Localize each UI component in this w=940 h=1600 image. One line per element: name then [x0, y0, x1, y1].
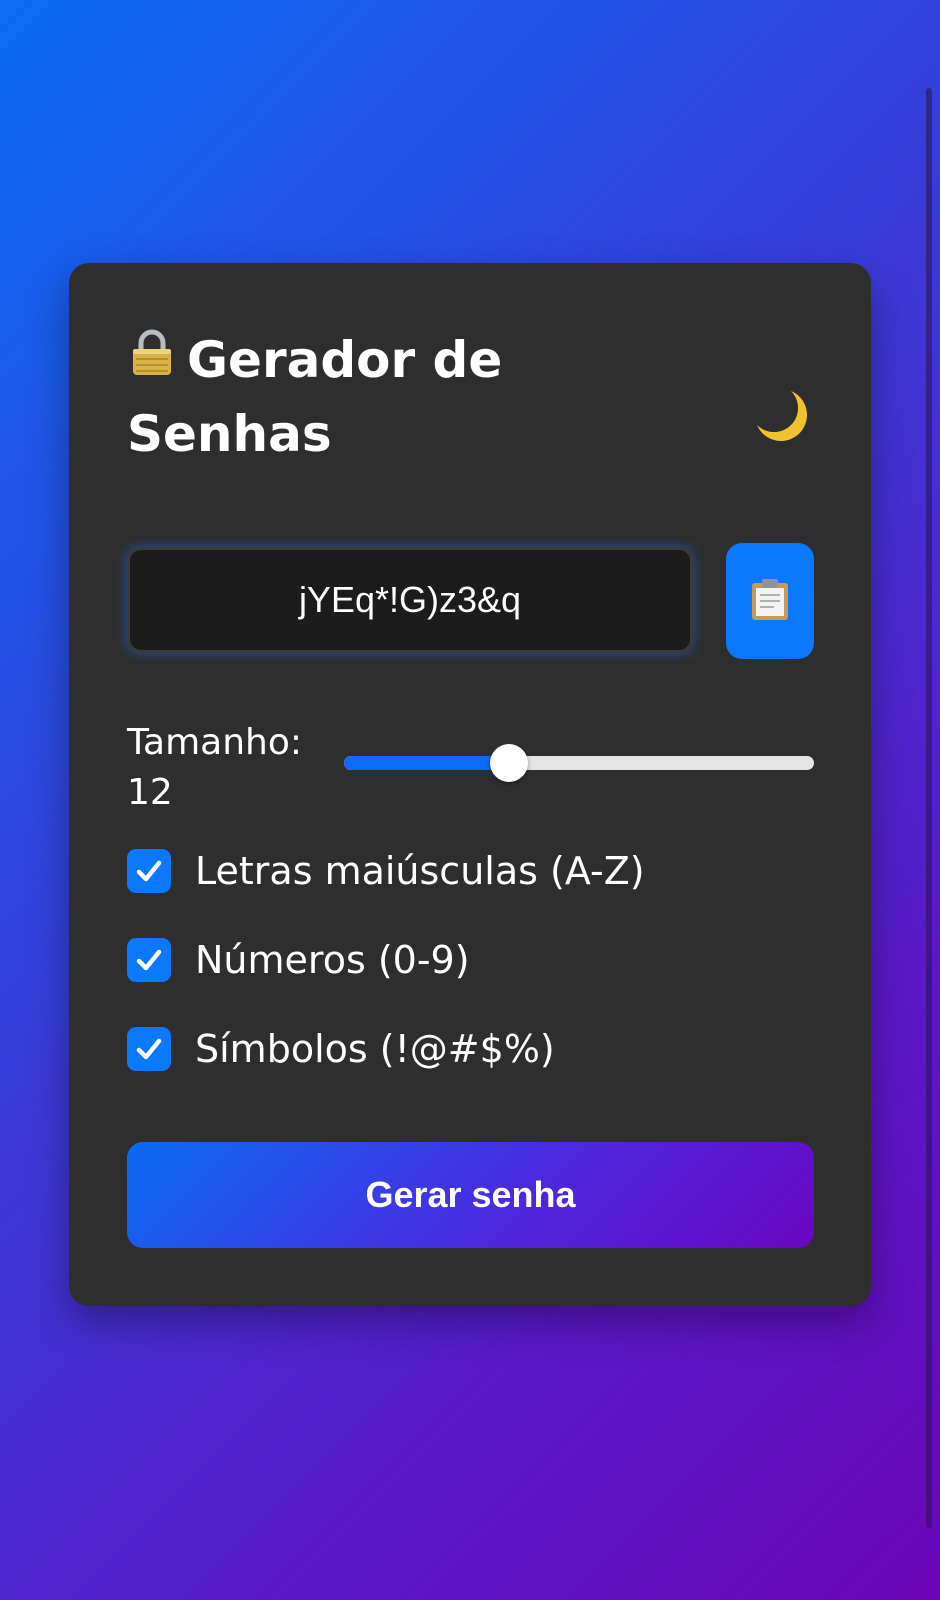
slider-fill — [344, 756, 509, 770]
checkmark-icon — [136, 860, 162, 882]
page-title: Gerador de Senhas — [127, 323, 687, 471]
length-label-text: Tamanho: — [127, 722, 303, 763]
theme-toggle-button[interactable] — [747, 383, 817, 453]
checkmark-icon — [136, 1038, 162, 1060]
uppercase-checkbox[interactable] — [127, 849, 171, 893]
length-slider[interactable] — [344, 744, 814, 782]
numbers-label: Números (0-9) — [195, 938, 470, 982]
password-generator-card: Gerador de Senhas Tamanho: 12 — [69, 263, 871, 1306]
option-symbols[interactable]: Símbolos (!@#$%) — [127, 1024, 555, 1074]
symbols-label: Símbolos (!@#$%) — [195, 1027, 555, 1071]
length-control: Tamanho: 12 — [127, 718, 814, 818]
copy-button[interactable] — [726, 543, 814, 659]
header: Gerador de Senhas — [127, 323, 817, 493]
uppercase-label: Letras maiúsculas (A-Z) — [195, 849, 645, 893]
moon-icon — [751, 385, 813, 451]
option-numbers[interactable]: Números (0-9) — [127, 935, 470, 985]
lock-icon — [127, 323, 177, 397]
length-value: 12 — [127, 772, 173, 813]
checkmark-icon — [136, 949, 162, 971]
option-uppercase[interactable]: Letras maiúsculas (A-Z) — [127, 846, 645, 896]
clipboard-icon — [750, 578, 790, 625]
password-output[interactable] — [127, 547, 693, 653]
numbers-checkbox[interactable] — [127, 938, 171, 982]
symbols-checkbox[interactable] — [127, 1027, 171, 1071]
generate-button[interactable]: Gerar senha — [127, 1142, 814, 1248]
password-row — [127, 543, 814, 661]
scrollbar[interactable] — [926, 88, 932, 1528]
length-label: Tamanho: 12 — [127, 718, 337, 818]
slider-track — [344, 756, 814, 770]
page-title-text: Gerador de Senhas — [127, 331, 503, 463]
slider-thumb[interactable] — [489, 744, 528, 782]
